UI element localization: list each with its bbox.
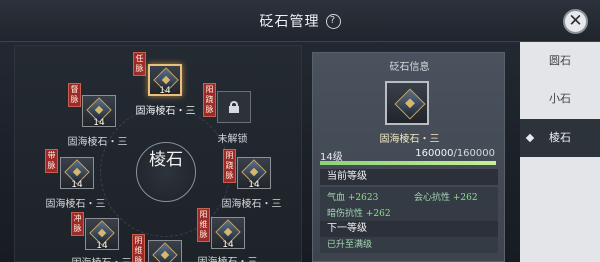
slot-level: 14 (159, 86, 171, 96)
slot-name-dai: 固海棱石・三 (45, 199, 106, 210)
exp-bar (320, 161, 496, 165)
info-panel-title: 砭石信息 (389, 62, 430, 73)
stat-hidden-resist: 暗伤抗性 +262 (327, 209, 391, 219)
tab-small-stone[interactable]: 小石 (520, 80, 600, 118)
stone-exp: 160000/160000 (415, 148, 495, 159)
next-level-header: 下一等级 (320, 221, 498, 237)
exp-bar-fill (320, 161, 496, 165)
slot-name-yangqiao: 未解锁 (217, 134, 248, 145)
tab-edge-stone-label: 棱石 (549, 131, 571, 144)
slot-name-chong: 固海棱石・三 (64, 254, 139, 262)
meridian-tag-ren: 任脉 (133, 52, 146, 76)
close-button[interactable]: ✕ (563, 9, 588, 34)
slot-level: 14 (248, 180, 260, 190)
meridian-tag-dai: 带脉 (45, 149, 58, 173)
window-title: 砭石管理 ? (0, 11, 600, 31)
current-stats: 气血 +2623 会心抗性 +262 暗伤抗性 +262 (320, 187, 498, 221)
meridian-tag-du: 督脉 (68, 83, 81, 107)
stone-slot-yinqiao[interactable]: 14 (237, 157, 271, 190)
stat-hp: 气血 +2623 (327, 193, 379, 203)
window-title-text: 砭石管理 (259, 14, 320, 30)
meridian-tag-yangwei: 阳维脉 (197, 208, 210, 242)
stone-slot-yinwei[interactable]: 14 (148, 240, 182, 262)
stone-slot-chong[interactable]: 14 (85, 218, 119, 251)
center-label: 棱石 (149, 150, 183, 170)
selected-stone-icon[interactable] (385, 81, 429, 125)
stone-management-window: 砭石管理 ? ✕ 棱石 任脉 14 固海棱石・三 督脉 14 固海棱石・三 阳跷… (0, 0, 600, 262)
stone-gem-icon (394, 88, 426, 120)
title-bar: 砭石管理 ? ✕ (0, 0, 600, 42)
current-level-header: 当前等级 (320, 169, 498, 185)
selected-stone-name: 固海棱石・三 (379, 134, 440, 145)
stat-crit-resist: 会心抗性 +262 (414, 193, 478, 203)
meridian-tag-yangqiao: 阳跷脉 (203, 83, 216, 117)
next-level-status: 已升至满级 (320, 237, 498, 253)
stone-slot-yangqiao[interactable] (217, 91, 251, 123)
stone-info-panel: 砭石信息 固海棱石・三 14级 160000/160000 当前等级 气血 +2… (312, 52, 505, 262)
exp-current: 160000 (415, 148, 454, 159)
slot-name-ren: 固海棱石・三 (135, 106, 196, 117)
meridian-tag-yinqiao: 阴跷脉 (223, 149, 236, 183)
stone-slot-dai[interactable]: 14 (60, 157, 94, 190)
lock-icon (229, 101, 239, 113)
meridian-tag-chong: 冲脉 (71, 212, 84, 236)
stone-slot-yangwei[interactable]: 14 (211, 217, 245, 250)
slot-name-yangwei: 固海棱石・三 (190, 253, 265, 262)
tab-edge-stone[interactable]: 棱石 (520, 119, 600, 157)
active-tab-indicator-icon (525, 133, 535, 143)
stone-type-tabs: 圆石 小石 棱石 (520, 42, 600, 262)
slot-level: 14 (71, 180, 83, 190)
stone-gem-icon (152, 242, 178, 262)
exp-max: /160000 (453, 148, 495, 159)
stone-slot-ren[interactable]: 14 (148, 64, 182, 96)
tab-round-stone[interactable]: 圆石 (520, 42, 600, 80)
help-icon[interactable]: ? (325, 13, 341, 29)
stone-slot-du[interactable]: 14 (82, 95, 116, 128)
slot-level: 14 (96, 241, 108, 251)
slot-name-du: 固海棱石・三 (67, 137, 128, 148)
meridian-tag-yinwei: 阴维脉 (132, 234, 145, 262)
slot-level: 14 (222, 240, 234, 250)
slot-name-yinqiao: 固海棱石・三 (221, 199, 282, 210)
slot-level: 14 (93, 118, 105, 128)
